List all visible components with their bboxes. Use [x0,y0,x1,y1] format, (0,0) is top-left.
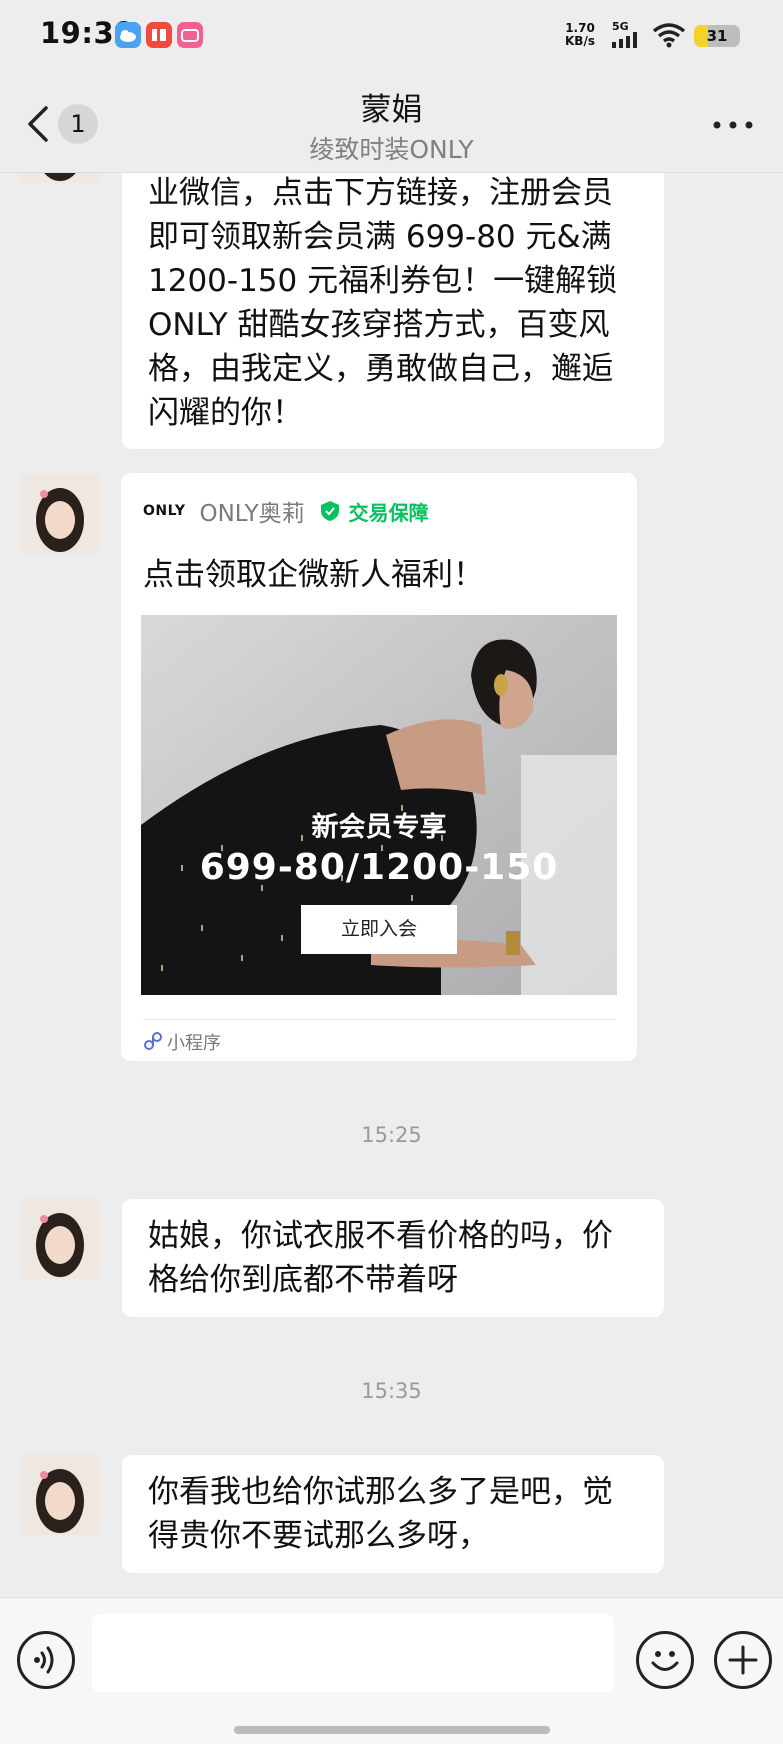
weather-app-icon [115,22,141,48]
message-line: 1200-150 元福利券包！一键解锁 [148,263,618,299]
promo-price: 699-80/1200-150 [199,847,559,888]
message-text: 你看我也给你试那么多了是吧，觉 得贵你不要试那么多呀， [148,1470,648,1558]
message-bubble[interactable]: 业微信，点击下方链接，注册会员 即可领取新会员满 699-80 元&满 1200… [122,173,664,449]
brand-name: ONLY奥莉 [199,501,305,527]
shield-check-icon [320,501,339,521]
divider [143,1019,615,1020]
card-title: 点击领取企微新人福利！ [143,557,484,593]
mini-program-icon [144,1032,162,1050]
emoji-button[interactable] [636,1631,694,1689]
brand-logo: ONLY [143,503,186,519]
more-options-button[interactable] [708,110,758,140]
message-text: 业微信，点击下方链接，注册会员 即可领取新会员满 699-80 元&满 1200… [148,173,648,435]
promo-image[interactable]: 新会员专享 699-80/1200-150 立即入会 [141,615,617,995]
message-line: 格给你到底都不带着呀 [148,1262,458,1298]
message-line: 即可领取新会员满 699-80 元&满 [148,219,612,255]
mini-program-label: 小程序 [167,1033,221,1054]
chat-title: 蒙娟 [360,92,423,128]
plus-icon [728,1645,758,1675]
message-line: 格，由我定义，勇敢做自己，邂逅 [148,351,613,387]
avatar[interactable] [20,1199,100,1279]
message-line: 业微信，点击下方链接，注册会员 [148,175,613,211]
trade-guarantee-badge: 交易保障 [348,500,429,525]
message-bubble[interactable]: 姑娘，你试衣服不看价格的吗，价 格给你到底都不带着呀 [122,1199,664,1317]
wifi-icon [652,23,686,48]
home-indicator[interactable] [234,1726,550,1734]
signal-icon [612,32,637,48]
message-bubble[interactable]: 你看我也给你试那么多了是吧，觉 得贵你不要试那么多呀， [122,1455,664,1573]
message-line: 闪耀的你！ [148,395,303,431]
avatar[interactable] [20,474,100,554]
mini-program-card[interactable]: ONLY ONLY奥莉 交易保障 点击领取企微新人福利！ 新会员专享 699-8… [121,473,637,1061]
avatar[interactable] [20,1455,100,1535]
message-line: 姑娘，你试衣服不看价格的吗，价 [148,1218,613,1254]
chat-subtitle: 绫致时装ONLY [309,135,474,164]
network-speed-unit: KB/s [565,34,595,48]
card-brand-row: ONLY ONLY奥莉 交易保障 [143,493,429,529]
message-input[interactable] [92,1614,614,1692]
avatar[interactable] [20,173,100,183]
battery-level: 31 [706,27,728,45]
message-line: 得贵你不要试那么多呀， [148,1518,489,1554]
chat-message-list[interactable]: 业微信，点击下方链接，注册会员 即可领取新会员满 699-80 元&满 1200… [0,173,783,1597]
message-line: ONLY 甜酷女孩穿搭方式，百变风 [148,307,610,343]
network-speed: 1.70 KB/s [565,22,595,48]
listen-app-icon [146,22,172,48]
more-functions-button[interactable] [714,1631,772,1689]
voice-input-button[interactable] [17,1631,75,1689]
chat-header: 1 蒙娟 绫致时装ONLY [0,72,783,173]
chat-input-bar [0,1597,783,1744]
voice-icon [34,1646,54,1674]
join-member-button[interactable]: 立即入会 [301,905,457,954]
message-text: 姑娘，你试衣服不看价格的吗，价 格给你到底都不带着呀 [148,1214,648,1302]
bilibili-app-icon [177,22,203,48]
timestamp: 15:25 [361,1123,422,1147]
message-line: 你看我也给你试那么多了是吧，觉 [148,1474,613,1510]
promo-title: 新会员专享 [311,812,447,843]
emoji-icon [651,1651,679,1671]
battery-icon: 31 [694,25,740,47]
timestamp: 15:35 [361,1379,422,1403]
status-bar: 19:39 1.70 KB/s 5G 31 [0,0,783,72]
